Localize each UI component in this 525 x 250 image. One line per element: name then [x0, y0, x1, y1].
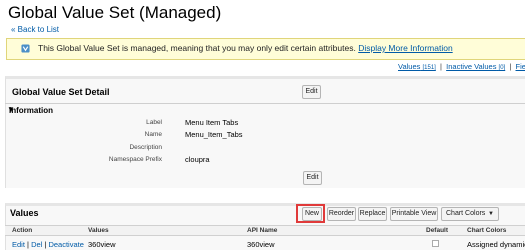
column-default: Default: [426, 227, 449, 234]
page-title: Global Value Set (Managed): [8, 3, 222, 22]
inactive-values-count: [0]: [498, 65, 506, 71]
printable-view-button[interactable]: Printable View: [390, 207, 438, 221]
inactive-values-link[interactable]: Inactive Values [0]: [446, 62, 505, 71]
display-more-info-link[interactable]: Display More Information: [358, 43, 452, 53]
row-value: 360view: [88, 240, 116, 249]
row-api-name: 360view: [247, 240, 275, 249]
values-title: Values: [10, 208, 39, 218]
values-related-label: Values: [398, 62, 421, 71]
namespace-prefix-label: Namespace Prefix: [108, 156, 162, 163]
table-row-actions: Edit | Del | Deactivate: [12, 240, 84, 249]
notice-text: This Global Value Set is managed, meanin…: [38, 43, 356, 53]
replace-button[interactable]: Replace: [358, 207, 387, 221]
label-field-label: Label: [146, 119, 162, 126]
edit-button-bottom[interactable]: Edit: [303, 171, 322, 185]
detail-title: Global Value Set Detail: [12, 87, 110, 97]
label-field-value: Menu Item Tabs: [185, 118, 239, 127]
information-section-header[interactable]: ▼ Information: [5, 103, 525, 115]
related-links: Values [151] | Inactive Values [0] | Fie…: [398, 62, 525, 71]
values-related-count: [151]: [422, 65, 436, 71]
chart-colors-dropdown[interactable]: Chart Colors ▼: [441, 207, 499, 221]
name-field-value: Menu_Item_Tabs: [185, 130, 243, 139]
field-link[interactable]: Field: [516, 62, 525, 71]
column-action: Action: [12, 227, 33, 234]
inactive-values-label: Inactive Values: [446, 62, 497, 71]
managed-notice: This Global Value Set is managed, meanin…: [6, 38, 525, 60]
deactivate-row-link[interactable]: Deactivate: [48, 240, 83, 249]
row-default-checkbox: [432, 240, 439, 247]
chevron-down-icon: ▼: [488, 211, 494, 217]
new-button-highlight: [296, 204, 325, 223]
edit-button-top[interactable]: Edit: [302, 85, 321, 99]
information-label: Information: [9, 106, 53, 115]
row-chart-color: Assigned dynamic: [467, 240, 525, 249]
back-to-list-link[interactable]: « Back to List: [11, 25, 59, 34]
notice-message: This Global Value Set is managed, meanin…: [38, 43, 453, 53]
edit-row-link[interactable]: Edit: [12, 240, 25, 249]
info-icon: [21, 44, 30, 53]
description-field-label: Description: [129, 144, 162, 151]
name-field-label: Name: [144, 131, 162, 138]
column-chart-colors: Chart Colors: [467, 227, 507, 234]
reorder-button[interactable]: Reorder: [327, 207, 356, 221]
column-values: Values: [88, 227, 109, 234]
delete-row-link[interactable]: Del: [31, 240, 42, 249]
chart-colors-label: Chart Colors: [446, 210, 486, 217]
values-related-link[interactable]: Values [151]: [398, 62, 436, 71]
namespace-prefix-value: cloupra: [185, 155, 210, 164]
information-heading: ▼ Information: [7, 105, 53, 115]
column-api-name: API Name: [247, 227, 278, 234]
